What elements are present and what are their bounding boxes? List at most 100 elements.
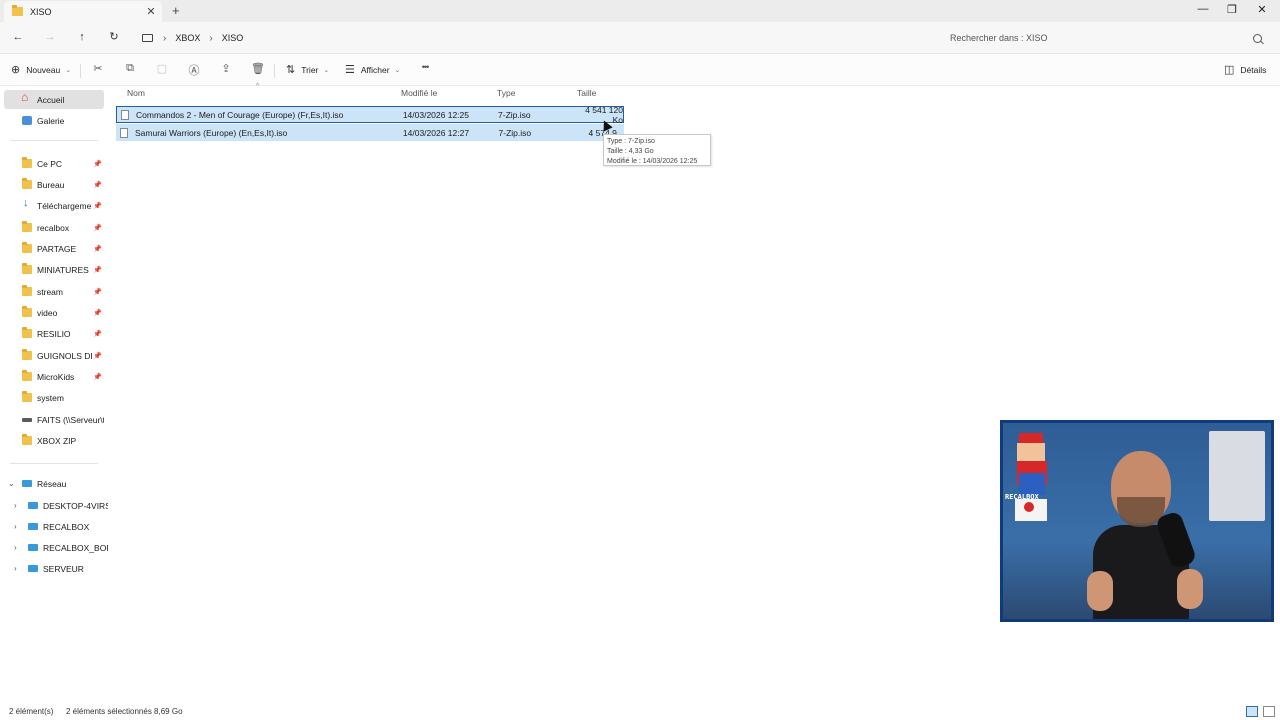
sidebar-item-microkids[interactable]: MicroKids 📌 <box>4 367 104 386</box>
search-box[interactable]: Rechercher dans : XISO <box>940 27 1272 49</box>
status-bar: 2 élément(s) 2 éléments sélectionnés 8,6… <box>0 703 1280 720</box>
column-header-size[interactable]: Taille <box>577 88 596 98</box>
tooltip-type: Type : 7-Zip.iso <box>607 138 655 145</box>
divider <box>10 140 98 141</box>
sidebar-item-recalbox-born[interactable]: RECALBOX_BORN <box>10 538 108 557</box>
sort-button[interactable]: ⇅ Trier ⌄ <box>286 63 329 76</box>
folder-icon <box>22 434 32 445</box>
computer-icon <box>28 523 38 530</box>
sidebar-item-label: recalbox <box>37 222 70 233</box>
details-view-icon[interactable] <box>1246 706 1258 717</box>
pin-icon: 📌 <box>93 181 102 189</box>
sidebar-item-label: Ce PC <box>37 158 63 169</box>
tiles-view-icon[interactable] <box>1263 706 1275 717</box>
sidebar-item-miniatures[interactable]: MINIATURES 📌 <box>4 260 104 279</box>
details-button[interactable]: ◫ Détails <box>1224 63 1266 76</box>
search-icon <box>1253 33 1262 43</box>
file-tooltip: Type : 7-Zip.iso Taille : 4,33 Go Modifi… <box>603 134 711 166</box>
sidebar-item-video[interactable]: video 📌 <box>4 303 104 322</box>
back-button[interactable]: ← <box>9 29 27 45</box>
streamer-hand <box>1087 571 1113 611</box>
divider <box>80 64 81 78</box>
network-drive-icon <box>22 417 32 422</box>
file-row[interactable]: Samurai Warriors (Europe) (En,Es,It).iso… <box>116 124 624 141</box>
sort-ascending-icon: ^ <box>256 83 260 90</box>
forward-button[interactable]: → <box>41 29 59 45</box>
sidebar-item-stream[interactable]: stream 📌 <box>4 282 104 301</box>
new-label: Nouveau <box>26 64 61 75</box>
streamer-hand <box>1177 569 1203 609</box>
folder-icon <box>12 5 23 16</box>
computer-icon <box>28 565 38 572</box>
webcam-caption: RECALBOX <box>1005 493 1039 501</box>
gallery-icon <box>22 116 32 125</box>
tab-close-icon[interactable]: ✕ <box>144 5 158 18</box>
sidebar-item-telechargement[interactable]: Téléchargement 📌 <box>4 196 104 215</box>
sidebar-item-reseau[interactable]: Réseau <box>4 474 104 493</box>
sidebar-item-label: FAITS (\\Serveur\te <box>37 414 104 425</box>
column-header-modified[interactable]: Modifié le <box>401 88 437 98</box>
pin-icon: 📌 <box>93 309 102 317</box>
delete-icon[interactable]: 🗑 <box>251 62 265 75</box>
breadcrumb-xiso[interactable]: XISO <box>222 33 244 43</box>
divider <box>274 64 275 78</box>
pin-icon: 📌 <box>93 352 102 360</box>
view-button[interactable]: ☰ Afficher ⌄ <box>345 63 400 76</box>
file-type: 7-Zip.iso <box>498 127 532 138</box>
sidebar-item-ce-pc[interactable]: Ce PC 📌 <box>4 154 104 173</box>
new-button[interactable]: ⊕ Nouveau ⌄ <box>11 63 71 76</box>
file-icon <box>120 127 128 138</box>
network-icon <box>22 480 32 487</box>
folder-icon <box>22 306 32 317</box>
paste-icon[interactable]: ▢ <box>155 62 169 75</box>
cut-icon[interactable]: ✂ <box>91 62 105 75</box>
sidebar-item-label: XBOX ZIP <box>37 435 77 446</box>
sidebar-item-galerie[interactable]: Galerie <box>4 111 104 130</box>
folder-icon <box>22 157 32 168</box>
column-header-name[interactable]: Nom <box>127 88 145 98</box>
sidebar-item-label: Réseau <box>37 478 67 489</box>
sidebar-item-guignols[interactable]: GUIGNOLS DE L' 📌 <box>4 346 104 365</box>
maximize-button[interactable]: ❐ <box>1222 3 1242 16</box>
share-icon[interactable]: ⇪ <box>219 62 233 75</box>
sidebar-item-label: SERVEUR <box>43 563 84 574</box>
sidebar-item-recalbox-net[interactable]: RECALBOX <box>10 517 108 536</box>
breadcrumb-xbox[interactable]: XBOX <box>175 33 200 43</box>
pin-icon: 📌 <box>93 330 102 338</box>
pin-icon: 📌 <box>93 266 102 274</box>
sidebar-item-label: Téléchargement <box>37 200 92 211</box>
details-pane-icon: ◫ <box>1224 64 1235 76</box>
address-bar[interactable]: › XBOX › XISO <box>134 26 934 50</box>
copy-icon[interactable]: ⧉ <box>123 62 137 75</box>
sidebar-item-system[interactable]: system <box>4 388 104 407</box>
sidebar-item-desktop[interactable]: DESKTOP-4VIRSIG <box>10 496 108 515</box>
refresh-button[interactable]: ↻ <box>105 29 123 45</box>
sidebar-item-faits[interactable]: FAITS (\\Serveur\te <box>4 410 104 429</box>
download-icon <box>22 197 32 210</box>
sidebar-item-bureau[interactable]: Bureau 📌 <box>4 175 104 194</box>
minimize-button[interactable]: — <box>1193 3 1213 15</box>
sidebar-item-accueil[interactable]: Accueil <box>4 90 104 109</box>
folder-icon <box>22 370 32 381</box>
file-type: 7-Zip.iso <box>498 109 531 120</box>
sidebar-item-serveur[interactable]: SERVEUR <box>10 559 108 578</box>
mario-figure-icon <box>1015 433 1047 521</box>
column-header-type[interactable]: Type <box>497 88 515 98</box>
computer-icon <box>28 502 38 509</box>
sidebar-item-recalbox[interactable]: recalbox 📌 <box>4 218 104 237</box>
file-name: Samurai Warriors (Europe) (En,Es,It).iso <box>135 127 288 138</box>
search-input[interactable]: Rechercher dans : XISO <box>950 33 1253 43</box>
sidebar-item-partage[interactable]: PARTAGE 📌 <box>4 239 104 258</box>
file-row[interactable]: Commandos 2 - Men of Courage (Europe) (F… <box>116 105 624 125</box>
breadcrumb-separator: › <box>209 32 213 44</box>
sidebar-item-resilio[interactable]: RESILIO 📌 <box>4 324 104 343</box>
up-button[interactable]: ↑ <box>73 29 91 45</box>
sidebar-item-label: video <box>37 307 58 318</box>
pin-icon: 📌 <box>93 224 102 232</box>
tab-xiso[interactable]: XISO ✕ <box>4 1 162 22</box>
rename-icon[interactable]: Ⓐ <box>187 62 201 78</box>
new-tab-button[interactable]: + <box>172 3 180 18</box>
close-window-button[interactable]: ✕ <box>1252 3 1272 16</box>
sidebar-item-xbox-zip[interactable]: XBOX ZIP <box>4 431 104 450</box>
more-options-icon[interactable]: ••• <box>418 62 432 72</box>
